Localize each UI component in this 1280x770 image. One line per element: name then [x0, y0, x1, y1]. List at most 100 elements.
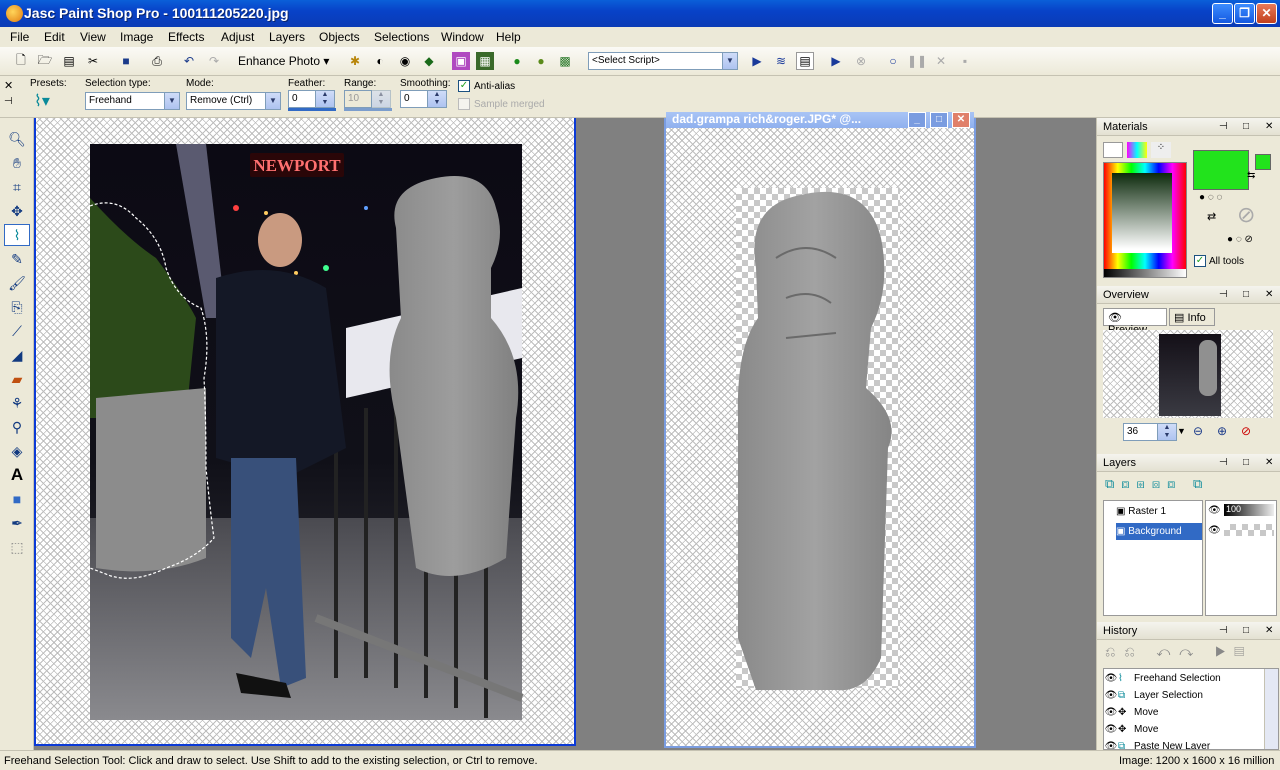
- browse-icon[interactable]: ▤: [60, 52, 78, 70]
- layers-pin-icon[interactable]: ⊣: [1219, 457, 1228, 468]
- materials-maximize-icon[interactable]: □: [1243, 121, 1249, 132]
- history-close-icon[interactable]: ✕: [1265, 625, 1273, 636]
- materials-close-icon[interactable]: ✕: [1265, 121, 1273, 132]
- one-step-fix-icon[interactable]: ✱: [346, 52, 364, 70]
- menu-selections[interactable]: Selections: [374, 30, 429, 44]
- foreground-color-small[interactable]: [1255, 154, 1271, 170]
- text-tool-icon[interactable]: A: [4, 464, 30, 486]
- smoothing-spinner[interactable]: ▲ ▼: [427, 90, 447, 108]
- fill-style-buttons[interactable]: ● ◌ ⊘: [1227, 234, 1253, 245]
- zoom-in-icon[interactable]: ⊕: [1217, 424, 1227, 438]
- background-opacity-bar[interactable]: [1224, 524, 1274, 536]
- history-item[interactable]: 👁︎ ⌇ Freehand Selection: [1104, 670, 1264, 687]
- color-balance-icon[interactable]: ◐: [371, 52, 389, 70]
- close-button[interactable]: ✕: [1256, 3, 1277, 24]
- print-icon[interactable]: ⎙: [148, 52, 166, 70]
- move-tool-icon[interactable]: ✥: [4, 200, 30, 222]
- zoom-out-icon[interactable]: ⊖: [1193, 424, 1203, 438]
- sample-merged-checkbox[interactable]: [458, 98, 470, 110]
- range-input[interactable]: 10: [344, 90, 372, 108]
- layers-close-icon[interactable]: ✕: [1265, 457, 1273, 468]
- start-recording-icon[interactable]: ○: [884, 52, 902, 70]
- history-pin-icon[interactable]: ⊣: [1219, 625, 1228, 636]
- save-recording-icon[interactable]: ▪: [956, 52, 974, 70]
- interactive-script-icon[interactable]: ▤: [796, 52, 814, 70]
- selection-type-select[interactable]: Freehand ▼: [85, 92, 180, 110]
- clone-brush-icon[interactable]: ⎘: [4, 296, 30, 318]
- eraser-tool-icon[interactable]: ▰: [4, 368, 30, 390]
- web-icon-3[interactable]: ▩: [556, 52, 574, 70]
- anti-alias-checkbox[interactable]: ✓: [458, 80, 470, 92]
- foreground-swatch[interactable]: [1193, 150, 1249, 190]
- history-item[interactable]: 👁︎ ⧉ Paste New Layer: [1104, 738, 1264, 749]
- open-icon[interactable]: 🗁: [36, 52, 54, 70]
- record-script-icon[interactable]: ▶: [827, 52, 845, 70]
- photo-canvas[interactable]: NEWPORT: [36, 118, 574, 744]
- menu-edit[interactable]: Edit: [44, 30, 65, 44]
- history-item[interactable]: 👁︎ ✥ Move: [1104, 721, 1264, 738]
- history-item[interactable]: 👁︎ ✥ Move: [1104, 704, 1264, 721]
- smoothing-input[interactable]: 0: [400, 90, 428, 108]
- swap-materials-icon[interactable]: ⇄: [1207, 210, 1216, 223]
- transparent-icon[interactable]: ⊘: [1237, 202, 1255, 228]
- overview-zoom-input[interactable]: 36: [1123, 423, 1159, 441]
- history-item[interactable]: 👁︎ ⧉ Layer Selection: [1104, 687, 1264, 704]
- menu-image[interactable]: Image: [120, 30, 153, 44]
- picture-tube-icon[interactable]: ▦: [476, 52, 494, 70]
- overview-preview[interactable]: [1103, 330, 1273, 418]
- menu-window[interactable]: Window: [441, 30, 484, 44]
- presets-lasso-icon[interactable]: ⌇▾: [34, 91, 50, 111]
- picture-tube-tool-icon[interactable]: ⚘: [4, 392, 30, 414]
- undo-icon[interactable]: ↶: [180, 52, 198, 70]
- color-tab-frame-icon[interactable]: [1103, 142, 1123, 158]
- clarify-icon[interactable]: ◆: [420, 52, 438, 70]
- redo-icon[interactable]: ↷: [205, 52, 223, 70]
- save-icon[interactable]: ■: [117, 52, 135, 70]
- mode-select[interactable]: Remove (Ctrl) ▼: [186, 92, 281, 110]
- background-visibility-icon[interactable]: 👁︎: [1208, 525, 1221, 536]
- range-spinner[interactable]: ▲ ▼: [371, 90, 391, 108]
- airbrush-icon[interactable]: ⚲: [4, 416, 30, 438]
- menu-layers[interactable]: Layers: [269, 30, 305, 44]
- layer-toolbar-icons[interactable]: ⧉⧈⧆⧇⧈ ⧉: [1105, 476, 1209, 492]
- stop-recording-icon[interactable]: ✕: [932, 52, 950, 70]
- all-tools-checkbox[interactable]: ✓: [1194, 255, 1206, 267]
- overview-zoom-dropdown[interactable]: ▼: [1177, 426, 1186, 436]
- pen-tool-icon[interactable]: ✒: [4, 512, 30, 534]
- document-window-main[interactable]: NEWPORT: [34, 118, 576, 746]
- swap-colors-icon[interactable]: ⇆: [1247, 170, 1259, 182]
- feather-input[interactable]: 0: [288, 90, 316, 108]
- object-selector-icon[interactable]: ⬚: [4, 536, 30, 558]
- materials-pin-icon[interactable]: ⊣: [1219, 121, 1228, 132]
- pause-recording-icon[interactable]: ❚❚: [907, 52, 927, 70]
- menu-view[interactable]: View: [80, 30, 106, 44]
- color-picker[interactable]: [1103, 162, 1187, 278]
- enhance-photo-button[interactable]: Enhance Photo ▾: [238, 54, 329, 68]
- history-maximize-icon[interactable]: □: [1243, 625, 1249, 636]
- layer-visibility-icon[interactable]: 👁︎: [1208, 505, 1221, 516]
- web-icon-2[interactable]: ●: [532, 52, 550, 70]
- run-script-icon[interactable]: ▶: [748, 52, 766, 70]
- minimize-button[interactable]: _: [1212, 3, 1233, 24]
- preset-shape-icon[interactable]: ■: [4, 488, 30, 510]
- flood-fill-icon[interactable]: ◈: [4, 440, 30, 462]
- overview-close-icon[interactable]: ✕: [1265, 289, 1273, 300]
- feather-slider[interactable]: [288, 108, 336, 111]
- layers-maximize-icon[interactable]: □: [1243, 457, 1249, 468]
- menu-file[interactable]: File: [10, 30, 29, 44]
- dodge-brush-icon[interactable]: ◢: [4, 344, 30, 366]
- maximize-button[interactable]: ❐: [1234, 3, 1255, 24]
- style-buttons[interactable]: ● ◌ ◌: [1199, 192, 1222, 203]
- zoom-tool-icon[interactable]: 🔍︎: [4, 128, 30, 150]
- grayscale-strip[interactable]: [1104, 269, 1186, 277]
- overview-maximize-icon[interactable]: □: [1243, 289, 1249, 300]
- web-icon-1[interactable]: ●: [508, 52, 526, 70]
- layer-raster-1[interactable]: ▣ Raster 1: [1116, 503, 1202, 520]
- tab-info[interactable]: ▤ Info: [1169, 308, 1215, 326]
- new-icon[interactable]: 🗋: [12, 52, 30, 70]
- tab-preview[interactable]: 👁︎ Preview: [1103, 308, 1167, 336]
- cancel-script-icon[interactable]: ⊗: [852, 52, 870, 70]
- range-slider[interactable]: [344, 108, 392, 111]
- dropper-tool-icon[interactable]: ✎: [4, 248, 30, 270]
- crop-tool-icon[interactable]: ⌗: [4, 176, 30, 198]
